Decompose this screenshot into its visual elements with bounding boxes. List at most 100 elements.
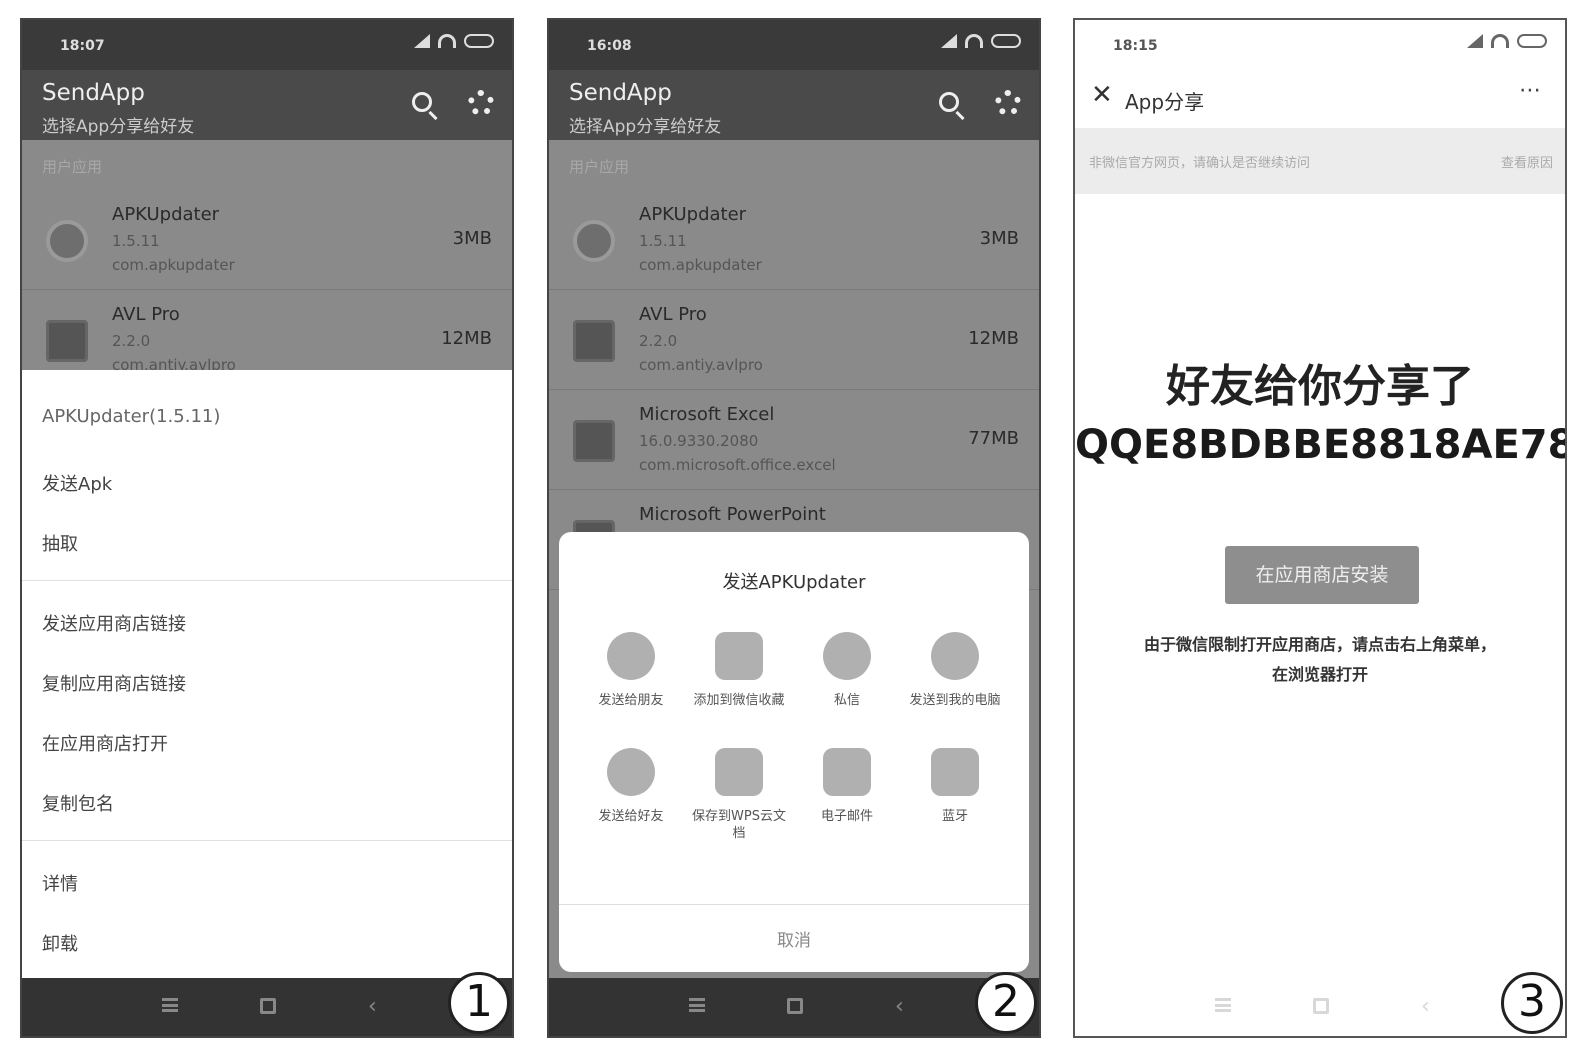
app-version: 2.2.0 (639, 332, 678, 350)
share-label: 蓝牙 (941, 809, 968, 824)
step-badge: 2 (975, 972, 1037, 1034)
webview-bar: ✕ App分享 ⋯ (1075, 70, 1565, 128)
share-target[interactable]: 添加到微信收藏 (689, 632, 789, 709)
app-title: SendApp (42, 80, 145, 106)
home-icon[interactable] (787, 998, 803, 1014)
context-menu: APKUpdater(1.5.11) 发送Apk 抽取 发送应用商店链接 复制应… (22, 370, 512, 982)
app-row[interactable]: AVL Pro 2.2.0 com.antiy.avlpro 12MB (549, 290, 1039, 390)
close-icon[interactable]: ✕ (1091, 80, 1113, 110)
battery-icon (991, 34, 1021, 48)
weibo-icon (823, 632, 871, 680)
cancel-button[interactable]: 取消 (559, 926, 1029, 951)
app-name: Microsoft PowerPoint (639, 504, 826, 525)
app-row[interactable]: Microsoft Excel 16.0.9330.2080 com.micro… (549, 390, 1039, 490)
menu-item-copy-package[interactable]: 复制包名 (42, 790, 114, 816)
app-name: Microsoft Excel (639, 404, 775, 425)
menu-icon[interactable] (689, 998, 705, 1012)
share-target[interactable]: 蓝牙 (905, 748, 1005, 825)
search-icon[interactable] (939, 92, 959, 112)
signal-icon (414, 34, 430, 48)
menu-item-send-store-link[interactable]: 发送应用商店链接 (42, 610, 186, 636)
menu-item-extract[interactable]: 抽取 (42, 530, 78, 556)
app-icon (46, 220, 88, 262)
back-icon[interactable]: ‹ (368, 994, 377, 1019)
nav-bar: ‹ 2 (549, 972, 1039, 1036)
app-bar: SendApp 选择App分享给好友 (22, 70, 512, 140)
step-badge: 3 (1501, 972, 1563, 1034)
phone-screen-3: 18:15 ✕ App分享 ⋯ 非微信官方网页，请确认是否继续访问 查看原因 好… (1073, 18, 1567, 1038)
status-time: 18:15 (1113, 38, 1158, 54)
gear-icon[interactable] (468, 90, 494, 116)
more-icon[interactable]: ⋯ (1519, 78, 1543, 103)
menu-item-open-store[interactable]: 在应用商店打开 (42, 730, 168, 756)
divider (559, 904, 1029, 905)
share-code: QQE8BDBBE8818AE789 (1075, 422, 1567, 468)
back-icon[interactable]: ‹ (1421, 994, 1430, 1019)
app-name: APKUpdater (112, 204, 220, 225)
status-time: 16:08 (587, 38, 632, 54)
share-label: 保存到WPS云文档 (692, 809, 786, 841)
step-badge: 1 (448, 972, 510, 1034)
share-label: 私信 (833, 693, 860, 708)
install-button[interactable]: 在应用商店安装 (1225, 546, 1419, 604)
app-subtitle: 选择App分享给好友 (42, 117, 195, 137)
status-time: 18:07 (60, 38, 105, 54)
menu-item-copy-store-link[interactable]: 复制应用商店链接 (42, 670, 186, 696)
menu-item-uninstall[interactable]: 卸载 (42, 930, 78, 956)
notice-link[interactable]: 查看原因 (1501, 152, 1553, 171)
app-bar: SendApp 选择App分享给好友 (549, 70, 1039, 140)
phone-screen-1: 18:07 SendApp 选择App分享给好友 用户应用 APKUpdater… (20, 18, 514, 1038)
app-package: com.antiy.avlpro (639, 356, 763, 374)
app-package: com.microsoft.office.excel (639, 456, 836, 474)
app-title: SendApp (569, 80, 672, 106)
app-icon (46, 320, 88, 362)
app-row[interactable]: APKUpdater 1.5.11 com.apkupdater 3MB (549, 190, 1039, 290)
wifi-icon (965, 34, 983, 48)
headline: 好友给你分享了 (1166, 361, 1474, 412)
back-icon[interactable]: ‹ (895, 994, 904, 1019)
wifi-icon (1491, 34, 1509, 48)
home-icon[interactable] (1313, 998, 1329, 1014)
wifi-icon (438, 34, 456, 48)
qq-icon (607, 748, 655, 796)
section-label: 用户应用 (42, 158, 103, 176)
hint-line: 由于微信限制打开应用商店，请点击右上角菜单， (1143, 635, 1496, 654)
app-row[interactable]: APKUpdater 1.5.11 com.apkupdater 3MB (22, 190, 512, 290)
hint-line: 在浏览器打开 (1271, 665, 1368, 684)
app-size: 3MB (452, 228, 492, 249)
nav-bar: ‹ 1 (22, 972, 512, 1036)
share-target[interactable]: 电子邮件 (797, 748, 897, 825)
app-name: AVL Pro (112, 304, 180, 325)
favorites-icon (715, 632, 763, 680)
share-target[interactable]: 私信 (797, 632, 897, 709)
share-target[interactable]: 发送到我的电脑 (905, 632, 1005, 709)
search-icon[interactable] (412, 92, 432, 112)
share-target[interactable]: 发送给好友 (581, 748, 681, 825)
menu-item-send-apk[interactable]: 发送Apk (42, 470, 112, 496)
share-target[interactable]: 保存到WPS云文档 (689, 748, 789, 842)
divider (22, 840, 512, 841)
bluetooth-icon (931, 748, 979, 796)
excel-icon (573, 420, 615, 462)
menu-item-details[interactable]: 详情 (42, 870, 78, 896)
app-icon (573, 220, 615, 262)
share-label: 发送给好友 (598, 809, 664, 824)
menu-icon[interactable] (1215, 998, 1231, 1012)
app-version: 1.5.11 (112, 232, 160, 250)
home-icon[interactable] (260, 998, 276, 1014)
gear-icon[interactable] (995, 90, 1021, 116)
wps-icon (715, 748, 763, 796)
share-label: 发送到我的电脑 (909, 693, 1001, 708)
share-sheet: 发送APKUpdater 发送给朋友 添加到微信收藏 私信 发送到我的电脑 发送… (559, 532, 1029, 972)
menu-icon[interactable] (162, 998, 178, 1012)
computer-icon (931, 632, 979, 680)
app-icon (573, 320, 615, 362)
battery-icon (1517, 34, 1547, 48)
status-bar: 16:08 (549, 20, 1039, 70)
wechat-icon (607, 632, 655, 680)
hint-text: 由于微信限制打开应用商店，请点击右上角菜单， 在浏览器打开 (1075, 630, 1565, 690)
divider (22, 580, 512, 581)
share-label: 发送给朋友 (598, 693, 664, 708)
app-package: com.apkupdater (639, 256, 762, 274)
share-target[interactable]: 发送给朋友 (581, 632, 681, 709)
